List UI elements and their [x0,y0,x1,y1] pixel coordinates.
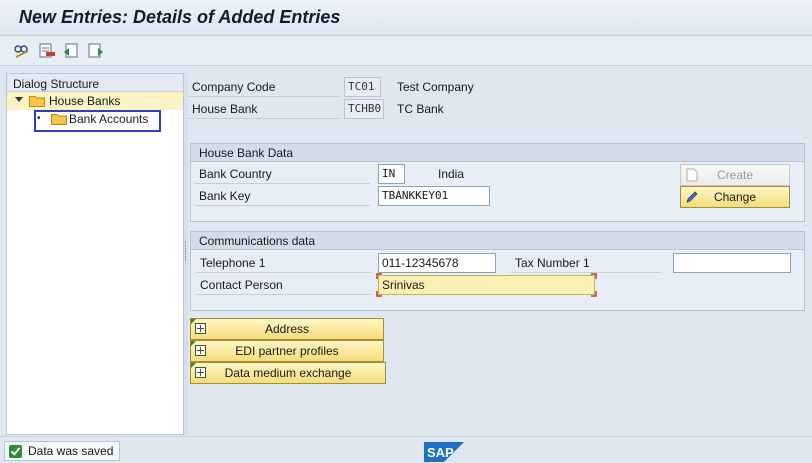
title-bar: New Entries: Details of Added Entries [0,0,812,36]
telephone-input[interactable]: 011-12345678 [378,253,496,273]
pencil-icon [686,191,698,203]
sap-logo-text: SAP [427,445,454,460]
tree-item-label: House Banks [49,94,121,108]
bank-key-label: Bank Key [195,186,370,206]
page-title: New Entries: Details of Added Entries [19,7,341,27]
create-button[interactable]: Create [680,164,790,186]
tax-number-label: Tax Number 1 [511,253,661,273]
delete-icon[interactable] [37,42,57,60]
house-bank-description: TC Bank [397,102,444,116]
company-code-label: Company Code [188,77,340,97]
edi-button-label: EDI partner profiles [235,344,339,358]
splitter-grip-icon[interactable] [185,241,187,261]
tree-item-house-banks[interactable]: House Banks [7,92,183,110]
company-code-field: TC01 [344,77,381,97]
edi-partner-profiles-button[interactable]: EDI partner profiles [190,340,384,362]
application-toolbar [0,36,812,66]
next-entry-icon[interactable] [86,42,106,60]
undo-icon[interactable] [61,42,81,60]
change-button-label: Change [713,190,757,204]
company-code-description: Test Company [397,80,474,94]
dialog-structure-pane: Dialog Structure House Banks • Bank Acco… [6,73,184,435]
data-medium-exchange-button[interactable]: Data medium exchange [190,362,386,384]
bank-country-input[interactable]: IN [378,164,405,184]
focus-corners [376,273,597,297]
house-bank-field: TCHB0 [344,99,384,119]
create-button-label: Create [716,168,754,182]
address-button[interactable]: Address [190,318,384,340]
change-button[interactable]: Change [680,186,790,208]
expand-box-icon [195,367,206,378]
expand-box-icon [195,345,206,356]
success-check-icon [9,444,22,458]
expand-toggle-icon[interactable] [15,97,23,102]
status-message[interactable]: Data was saved [4,441,121,461]
house-bank-label: House Bank [188,99,340,119]
bank-country-label: Bank Country [195,164,370,184]
group-title: House Bank Data [191,144,804,162]
dme-button-label: Data medium exchange [224,366,352,380]
bank-country-description: India [438,167,465,181]
telephone-label: Telephone 1 [196,253,371,273]
sap-logo: SAP [424,442,464,462]
expand-box-icon [195,323,206,334]
tax-number-input[interactable] [673,253,791,273]
change-display-icon[interactable] [12,42,32,60]
detail-area: Company Code TC01 Test Company House Ban… [188,66,812,436]
address-button-label: Address [264,322,310,336]
folder-open-icon [29,96,45,107]
selection-highlight [34,110,161,132]
group-title: Communications data [191,232,804,250]
status-bar: Data was saved SAP [0,436,812,463]
contact-person-label: Contact Person [196,275,371,295]
new-document-icon [686,168,698,182]
dialog-structure-header: Dialog Structure [7,74,183,92]
bank-key-input[interactable]: TBANKKEY01 [378,186,490,206]
status-message-text: Data was saved [28,444,114,458]
